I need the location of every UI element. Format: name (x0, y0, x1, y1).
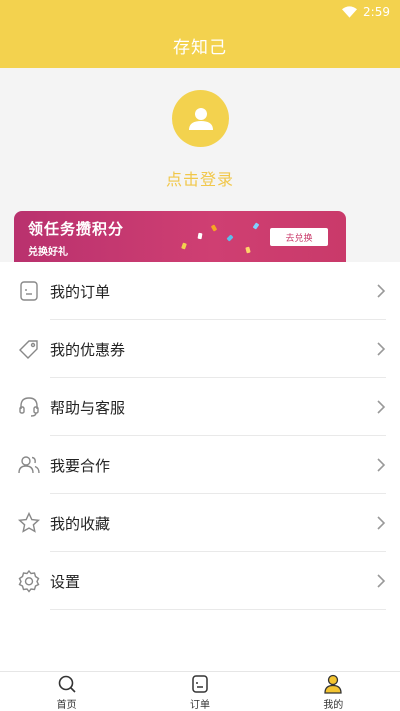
confetti-decoration (245, 246, 251, 254)
chevron-right-icon (377, 516, 386, 530)
coupon-tag-icon (19, 340, 38, 359)
menu-item-label: 我的订单 (50, 283, 111, 301)
menu-item-orders[interactable]: 我的订单 (0, 262, 400, 320)
login-link[interactable]: 点击登录 (0, 166, 400, 190)
wifi-icon (342, 6, 358, 18)
chevron-right-icon (377, 400, 386, 414)
menu-item-label: 我要合作 (50, 457, 111, 475)
tab-orders[interactable]: 订单 (133, 672, 266, 711)
menu-item-coupons[interactable]: 我的优惠券 (0, 320, 400, 378)
search-icon (58, 675, 76, 693)
user-icon (324, 674, 342, 694)
order-icon (20, 281, 38, 301)
tab-home[interactable]: 首页 (0, 672, 133, 711)
users-icon (18, 456, 40, 474)
chevron-right-icon (377, 458, 386, 472)
menu-list: 我的订单 我的优惠券 帮助与客服 我要合作 我的收藏 设置 (0, 262, 400, 610)
chevron-right-icon (377, 284, 386, 298)
task-points-banner[interactable]: 领任务攒积分 兑换好礼 去兑换 (14, 211, 346, 262)
star-icon (17, 511, 41, 533)
chevron-right-icon (377, 342, 386, 356)
confetti-decoration (252, 222, 260, 230)
menu-item-label: 我的优惠券 (50, 341, 126, 359)
page-title: 存知己 (173, 38, 227, 58)
banner-subtitle: 兑换好礼 (28, 247, 68, 258)
divider (50, 609, 386, 610)
order-icon (192, 675, 208, 693)
chevron-right-icon (377, 574, 386, 588)
confetti-decoration (226, 234, 234, 242)
menu-item-help[interactable]: 帮助与客服 (0, 378, 400, 436)
menu-item-cooperation[interactable]: 我要合作 (0, 436, 400, 494)
menu-item-label: 帮助与客服 (50, 399, 126, 417)
user-icon (188, 107, 213, 130)
confetti-decoration (210, 224, 218, 232)
menu-item-label: 我的收藏 (50, 515, 111, 533)
profile-section: 点击登录 领任务攒积分 兑换好礼 去兑换 (0, 68, 400, 262)
tab-label: 订单 (189, 700, 210, 711)
headset-icon (19, 397, 39, 417)
bottom-tab-bar: 首页 订单 我的 (0, 671, 400, 711)
status-time: 2:59 (363, 5, 390, 19)
menu-item-favorites[interactable]: 我的收藏 (0, 494, 400, 552)
menu-item-label: 设置 (50, 573, 81, 591)
menu-item-settings[interactable]: 设置 (0, 552, 400, 610)
confetti-decoration (181, 242, 187, 250)
tab-label: 首页 (56, 700, 77, 711)
status-bar: 2:59 (342, 3, 390, 21)
top-bar: 2:59 存知己 (0, 0, 400, 68)
exchange-button[interactable]: 去兑换 (270, 228, 328, 246)
tab-mine[interactable]: 我的 (267, 672, 400, 711)
banner-title: 领任务攒积分 (28, 220, 125, 238)
tab-label: 我的 (323, 700, 344, 711)
avatar[interactable] (172, 90, 229, 147)
gear-icon (18, 569, 40, 593)
confetti-decoration (197, 232, 203, 240)
